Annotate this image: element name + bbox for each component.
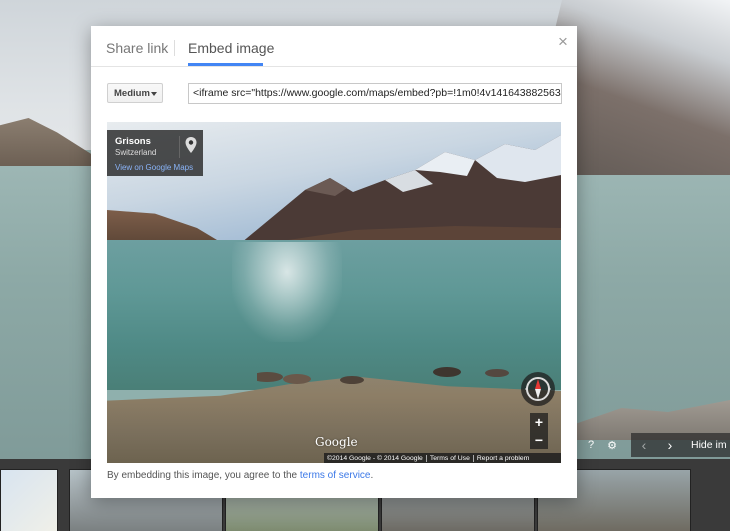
previous-icon[interactable]: ‹ [631,437,657,453]
tab-embed-image[interactable]: Embed image [188,40,274,56]
help-icon[interactable]: ? [582,433,600,457]
dialog-tabs: Share link Embed image [91,26,577,67]
settings-icon[interactable]: ⚙ [603,433,621,457]
embed-size-dropdown[interactable]: Medium [107,83,163,103]
place-subtitle: Switzerland [115,148,157,157]
close-icon[interactable]: × [555,33,571,50]
copyright-text: ©2014 Google - © 2014 Google [327,454,423,462]
map-pin-icon[interactable] [184,136,198,154]
terms-prefix: By embedding this image, you agree to th… [107,470,300,481]
tab-divider [174,40,175,56]
next-icon[interactable]: › [657,437,683,453]
report-problem-link[interactable]: Report a problem [474,455,533,462]
preview-mountains [235,135,561,248]
zoom-in-button[interactable]: + [530,413,548,431]
preview-rocks [257,367,509,384]
terms-of-service-link[interactable]: terms of service [300,470,371,481]
zoom-out-button[interactable]: − [530,431,548,449]
preview-sun-glare [232,242,342,342]
view-on-google-maps-link[interactable]: View on Google Maps [115,163,193,172]
preview-footer: ©2014 Google - © 2014 Google Terms of Us… [324,453,561,463]
compass-icon[interactable] [521,372,555,406]
place-title: Grisons [115,136,151,147]
info-divider [179,136,180,158]
photo-nav-bar: ‹ › Hide im [631,433,730,457]
terms-of-use-link[interactable]: Terms of Use [427,455,473,462]
share-embed-dialog: Share link Embed image × Medium <iframe … [91,26,577,498]
hide-imagery-button[interactable]: Hide im [691,439,727,451]
google-logo: Google [315,435,358,449]
place-info-card: Grisons Switzerland View on Google Maps [107,130,203,176]
filmstrip-thumbnail[interactable] [0,469,58,531]
zoom-control: + − [530,413,548,449]
terms-suffix: . [370,470,374,481]
tab-share-link[interactable]: Share link [106,40,168,56]
embed-preview[interactable]: Grisons Switzerland View on Google Maps … [107,122,561,463]
chevron-down-icon [151,92,157,96]
active-tab-indicator [188,63,263,66]
terms-notice: By embedding this image, you agree to th… [107,470,373,481]
embed-code-field[interactable]: <iframe src="https://www.google.com/maps… [188,83,562,104]
embed-size-value: Medium [114,88,150,99]
